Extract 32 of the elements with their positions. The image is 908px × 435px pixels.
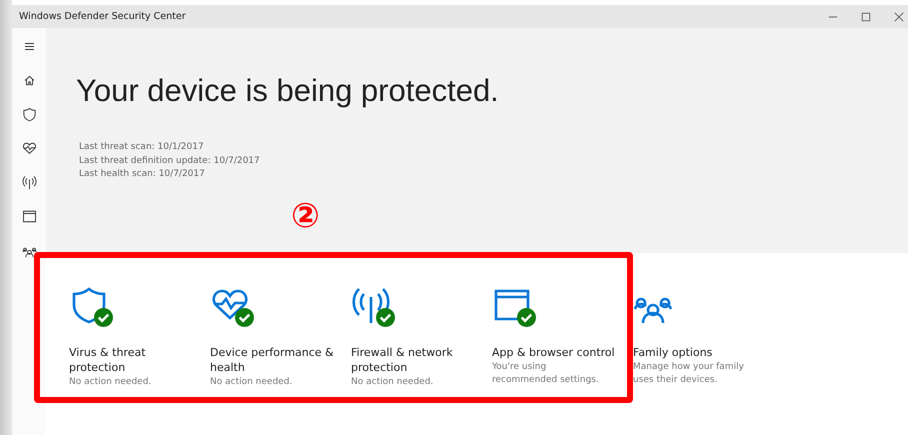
check-badge-icon bbox=[376, 308, 395, 327]
antenna-icon bbox=[351, 285, 391, 325]
browser-icon[interactable] bbox=[22, 208, 36, 224]
tile-status: No action needed. bbox=[351, 376, 434, 389]
feature-tile[interactable]: Device performance & health No action needed. bbox=[210, 285, 351, 389]
maximize-icon[interactable] bbox=[861, 12, 871, 22]
heart-icon[interactable] bbox=[22, 140, 36, 156]
tile-title: Family options bbox=[633, 345, 714, 360]
tile-status: No action needed. bbox=[210, 376, 294, 389]
feature-tile[interactable]: Family options Manage how your family uses their devices. bbox=[633, 285, 774, 389]
page-heading: Your device is being protected. bbox=[76, 73, 500, 109]
window-title: Windows Defender Security Center bbox=[19, 11, 186, 22]
tile-status: You're using recommended settings. bbox=[492, 361, 600, 387]
tile-title: Virus & threat protection bbox=[69, 345, 147, 375]
tile-title: App & browser control bbox=[492, 345, 616, 360]
tile-status: No action needed. bbox=[69, 376, 152, 389]
feature-tile[interactable]: Firewall & network protection No action needed. bbox=[351, 285, 492, 389]
shield-icon[interactable] bbox=[22, 106, 36, 122]
scan-info: Last threat definition update: 10/7/2017 bbox=[79, 154, 261, 168]
check-badge-icon bbox=[517, 308, 536, 327]
annotation-number: ② bbox=[291, 198, 320, 234]
close-icon[interactable] bbox=[894, 12, 904, 22]
feature-tile[interactable]: Virus & threat protection No action needed. bbox=[69, 285, 210, 389]
tile-title: Firewall & network protection bbox=[351, 345, 454, 375]
scan-info: Last health scan: 10/7/2017 bbox=[79, 168, 206, 181]
tile-title: Device performance & health bbox=[210, 345, 335, 375]
check-badge-icon bbox=[94, 308, 113, 327]
antenna-icon[interactable] bbox=[22, 174, 36, 190]
check-badge-icon bbox=[235, 308, 254, 327]
feature-tile[interactable]: App & browser control You're using recommended settings. bbox=[492, 285, 633, 389]
tile-status: Manage how your family uses their devices. bbox=[633, 361, 745, 387]
scan-info: Last threat scan: 10/1/2017 bbox=[79, 141, 205, 154]
